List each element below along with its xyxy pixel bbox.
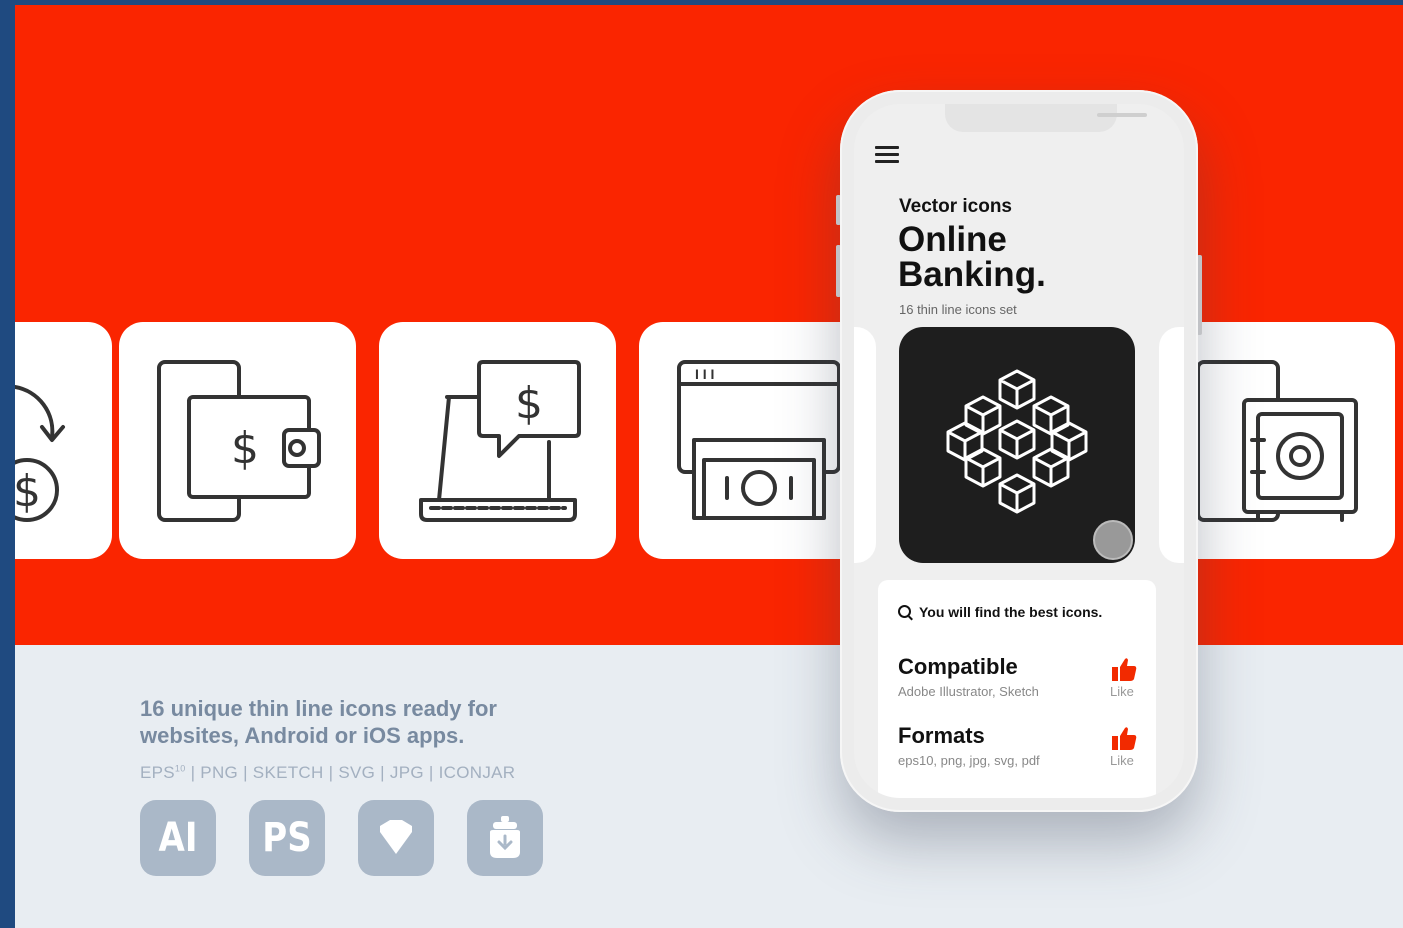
search-text: You will find the best icons. (919, 604, 1103, 620)
feature-panel: You will find the best icons. Compatible… (878, 580, 1156, 798)
thumbs-up-icon[interactable] (1111, 656, 1137, 682)
jar-glyph (490, 816, 520, 858)
formats-rest: | PNG | SKETCH | SVG | JPG | ICONJAR (185, 763, 516, 782)
dollar-sign: $ (231, 423, 259, 474)
phone-screen: Vector icons Online Banking. 16 thin lin… (854, 104, 1184, 798)
illustrator-icon: AI (140, 800, 216, 876)
like-label-compatible[interactable]: Like (1110, 684, 1134, 699)
hamburger-menu-icon[interactable] (875, 146, 899, 164)
icon-card-money-transfer: $ (15, 322, 112, 559)
tool-label-ps: PS (262, 815, 312, 861)
like-label-formats[interactable]: Like (1110, 753, 1134, 768)
laptop-payment-icon: $ (419, 360, 581, 522)
icon-card-laptop-payment: $ (379, 322, 616, 559)
sketch-diamond-icon (358, 800, 434, 876)
tool-label-ai: AI (158, 815, 198, 861)
search-bar[interactable]: You will find the best icons. (898, 604, 1102, 620)
dollar-sign: $ (515, 378, 543, 429)
feature-title-formats: Formats (898, 723, 985, 748)
money-transfer-icon: $ (15, 385, 65, 522)
browser-tabs: I I I (695, 366, 714, 382)
touch-indicator (1093, 520, 1133, 560)
diamond-glyph (380, 820, 412, 854)
dollar-sign: $ (15, 466, 41, 517)
icon-card-phone-wallet: $ (119, 322, 356, 559)
speaker-grille (1097, 113, 1147, 117)
app-subtitle: Vector icons (899, 196, 1012, 217)
tagline-line-1: 16 unique thin line icons ready for (140, 696, 497, 721)
app-title: Online Banking. (898, 222, 1148, 292)
tagline: 16 unique thin line icons ready for webs… (140, 695, 580, 749)
app-caption: 16 thin line icons set (899, 302, 1017, 317)
promo-canvas: $ $ $ I I I Vector icons Online Banking.… (15, 5, 1403, 928)
iconjar-icon (467, 800, 543, 876)
carousel-prev-card[interactable] (854, 327, 876, 563)
phone-mockup: Vector icons Online Banking. 16 thin lin… (840, 90, 1198, 812)
photoshop-icon: PS (249, 800, 325, 876)
formats-prefix: EPS (140, 763, 175, 782)
search-icon (898, 605, 911, 618)
phone-notch (945, 104, 1147, 132)
formats-superscript: 10 (174, 763, 186, 774)
feature-desc-compatible: Adobe Illustrator, Sketch (898, 684, 1039, 699)
title-line-2: Banking. (898, 255, 1046, 294)
carousel-next-card[interactable] (1159, 327, 1184, 563)
feature-desc-formats: eps10, png, jpg, svg, pdf (898, 753, 1040, 768)
title-line-1: Online (898, 220, 1007, 259)
tagline-line-2: websites, Android or iOS apps. (140, 723, 465, 748)
phone-wallet-icon: $ (157, 360, 321, 522)
feature-title-compatible: Compatible (898, 654, 1018, 679)
thumbs-up-icon[interactable] (1111, 725, 1137, 751)
formats-list: EPS10 | PNG | SKETCH | SVG | JPG | ICONJ… (140, 763, 515, 783)
